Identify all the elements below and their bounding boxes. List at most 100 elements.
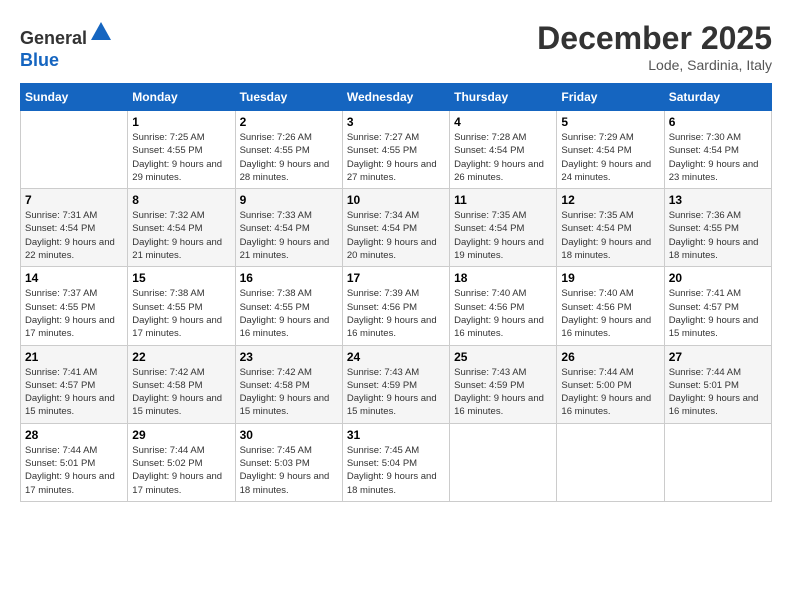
day-info: Sunrise: 7:42 AMSunset: 4:58 PMDaylight:… [240, 366, 338, 419]
day-number: 8 [132, 193, 230, 207]
day-info: Sunrise: 7:35 AMSunset: 4:54 PMDaylight:… [561, 209, 659, 262]
calendar-week-row: 28 Sunrise: 7:44 AMSunset: 5:01 PMDayligh… [21, 423, 772, 501]
day-info: Sunrise: 7:40 AMSunset: 4:56 PMDaylight:… [454, 287, 552, 340]
day-number: 2 [240, 115, 338, 129]
day-info: Sunrise: 7:43 AMSunset: 4:59 PMDaylight:… [347, 366, 445, 419]
calendar-cell [664, 423, 771, 501]
calendar-cell: 18 Sunrise: 7:40 AMSunset: 4:56 PMDayligh… [450, 267, 557, 345]
calendar-cell: 28 Sunrise: 7:44 AMSunset: 5:01 PMDayligh… [21, 423, 128, 501]
day-info: Sunrise: 7:28 AMSunset: 4:54 PMDaylight:… [454, 131, 552, 184]
calendar-cell: 15Sunrise: 7:38 AMSunset: 4:55 PMDayligh… [128, 267, 235, 345]
day-info: Sunrise: 7:45 AMSunset: 5:03 PMDaylight:… [240, 444, 338, 497]
day-number: 11 [454, 193, 552, 207]
day-header-monday: Monday [128, 84, 235, 111]
day-info: Sunrise: 7:37 AMSunset: 4:55 PMDaylight:… [25, 287, 123, 340]
day-info: Sunrise: 7:41 AMSunset: 4:57 PMDaylight:… [25, 366, 123, 419]
calendar-table: SundayMondayTuesdayWednesdayThursdayFrid… [20, 83, 772, 502]
calendar-header-row: SundayMondayTuesdayWednesdayThursdayFrid… [21, 84, 772, 111]
calendar-cell: 20 Sunrise: 7:41 AMSunset: 4:57 PMDayligh… [664, 267, 771, 345]
calendar-cell: 21 Sunrise: 7:41 AMSunset: 4:57 PMDayligh… [21, 345, 128, 423]
day-number: 16 [240, 271, 338, 285]
calendar-cell: 10 Sunrise: 7:34 AMSunset: 4:54 PMDayligh… [342, 189, 449, 267]
logo: General Blue [20, 20, 113, 71]
day-number: 13 [669, 193, 767, 207]
day-number: 21 [25, 350, 123, 364]
day-info: Sunrise: 7:41 AMSunset: 4:57 PMDaylight:… [669, 287, 767, 340]
day-info: Sunrise: 7:44 AMSunset: 5:01 PMDaylight:… [669, 366, 767, 419]
day-info: Sunrise: 7:44 AMSunset: 5:00 PMDaylight:… [561, 366, 659, 419]
calendar-cell: 22 Sunrise: 7:42 AMSunset: 4:58 PMDayligh… [128, 345, 235, 423]
day-number: 14 [25, 271, 123, 285]
calendar-cell: 5Sunrise: 7:29 AMSunset: 4:54 PMDaylight… [557, 111, 664, 189]
day-header-thursday: Thursday [450, 84, 557, 111]
calendar-cell: 12 Sunrise: 7:35 AMSunset: 4:54 PMDayligh… [557, 189, 664, 267]
day-info: Sunrise: 7:44 AMSunset: 5:02 PMDaylight:… [132, 444, 230, 497]
day-info: Sunrise: 7:33 AMSunset: 4:54 PMDaylight:… [240, 209, 338, 262]
page-header: General Blue December 2025 Lode, Sardini… [20, 20, 772, 73]
day-info: Sunrise: 7:42 AMSunset: 4:58 PMDaylight:… [132, 366, 230, 419]
logo-general: General [20, 28, 87, 48]
logo-blue: Blue [20, 50, 59, 70]
calendar-cell [450, 423, 557, 501]
day-number: 10 [347, 193, 445, 207]
calendar-cell [557, 423, 664, 501]
calendar-cell: 14 Sunrise: 7:37 AMSunset: 4:55 PMDayligh… [21, 267, 128, 345]
day-number: 9 [240, 193, 338, 207]
calendar-week-row: 7 Sunrise: 7:31 AMSunset: 4:54 PMDaylight… [21, 189, 772, 267]
day-info: Sunrise: 7:38 AMSunset: 4:55 PMDaylight:… [240, 287, 338, 340]
location: Lode, Sardinia, Italy [537, 57, 772, 73]
logo-icon [89, 20, 113, 44]
day-number: 7 [25, 193, 123, 207]
calendar-cell: 24Sunrise: 7:43 AMSunset: 4:59 PMDayligh… [342, 345, 449, 423]
day-info: Sunrise: 7:31 AMSunset: 4:54 PMDaylight:… [25, 209, 123, 262]
day-info: Sunrise: 7:36 AMSunset: 4:55 PMDaylight:… [669, 209, 767, 262]
calendar-cell: 11Sunrise: 7:35 AMSunset: 4:54 PMDayligh… [450, 189, 557, 267]
calendar-cell: 23Sunrise: 7:42 AMSunset: 4:58 PMDayligh… [235, 345, 342, 423]
day-header-friday: Friday [557, 84, 664, 111]
calendar-cell: 25 Sunrise: 7:43 AMSunset: 4:59 PMDayligh… [450, 345, 557, 423]
day-number: 12 [561, 193, 659, 207]
calendar-cell: 16 Sunrise: 7:38 AMSunset: 4:55 PMDayligh… [235, 267, 342, 345]
day-info: Sunrise: 7:39 AMSunset: 4:56 PMDaylight:… [347, 287, 445, 340]
calendar-week-row: 14 Sunrise: 7:37 AMSunset: 4:55 PMDayligh… [21, 267, 772, 345]
day-number: 1 [132, 115, 230, 129]
month-title: December 2025 [537, 20, 772, 57]
day-number: 31 [347, 428, 445, 442]
calendar-cell: 17 Sunrise: 7:39 AMSunset: 4:56 PMDayligh… [342, 267, 449, 345]
title-block: December 2025 Lode, Sardinia, Italy [537, 20, 772, 73]
day-number: 15 [132, 271, 230, 285]
day-info: Sunrise: 7:26 AMSunset: 4:55 PMDaylight:… [240, 131, 338, 184]
day-info: Sunrise: 7:40 AMSunset: 4:56 PMDaylight:… [561, 287, 659, 340]
day-info: Sunrise: 7:44 AMSunset: 5:01 PMDaylight:… [25, 444, 123, 497]
day-number: 27 [669, 350, 767, 364]
calendar-body: 1 Sunrise: 7:25 AMSunset: 4:55 PMDaylight… [21, 111, 772, 502]
calendar-cell: 7 Sunrise: 7:31 AMSunset: 4:54 PMDaylight… [21, 189, 128, 267]
calendar-cell: 13 Sunrise: 7:36 AMSunset: 4:55 PMDayligh… [664, 189, 771, 267]
calendar-cell: 3 Sunrise: 7:27 AMSunset: 4:55 PMDaylight… [342, 111, 449, 189]
day-info: Sunrise: 7:43 AMSunset: 4:59 PMDaylight:… [454, 366, 552, 419]
day-number: 28 [25, 428, 123, 442]
day-info: Sunrise: 7:34 AMSunset: 4:54 PMDaylight:… [347, 209, 445, 262]
calendar-cell: 1 Sunrise: 7:25 AMSunset: 4:55 PMDaylight… [128, 111, 235, 189]
calendar-cell: 29Sunrise: 7:44 AMSunset: 5:02 PMDayligh… [128, 423, 235, 501]
day-number: 20 [669, 271, 767, 285]
day-number: 22 [132, 350, 230, 364]
calendar-cell: 27 Sunrise: 7:44 AMSunset: 5:01 PMDayligh… [664, 345, 771, 423]
calendar-cell: 19Sunrise: 7:40 AMSunset: 4:56 PMDayligh… [557, 267, 664, 345]
day-number: 3 [347, 115, 445, 129]
day-info: Sunrise: 7:32 AMSunset: 4:54 PMDaylight:… [132, 209, 230, 262]
calendar-cell: 6Sunrise: 7:30 AMSunset: 4:54 PMDaylight… [664, 111, 771, 189]
calendar-week-row: 21 Sunrise: 7:41 AMSunset: 4:57 PMDayligh… [21, 345, 772, 423]
day-number: 5 [561, 115, 659, 129]
calendar-cell: 30Sunrise: 7:45 AMSunset: 5:03 PMDayligh… [235, 423, 342, 501]
day-info: Sunrise: 7:27 AMSunset: 4:55 PMDaylight:… [347, 131, 445, 184]
day-number: 26 [561, 350, 659, 364]
day-number: 6 [669, 115, 767, 129]
calendar-cell: 4 Sunrise: 7:28 AMSunset: 4:54 PMDaylight… [450, 111, 557, 189]
day-number: 18 [454, 271, 552, 285]
day-header-saturday: Saturday [664, 84, 771, 111]
day-number: 4 [454, 115, 552, 129]
day-info: Sunrise: 7:25 AMSunset: 4:55 PMDaylight:… [132, 131, 230, 184]
day-number: 25 [454, 350, 552, 364]
day-number: 17 [347, 271, 445, 285]
